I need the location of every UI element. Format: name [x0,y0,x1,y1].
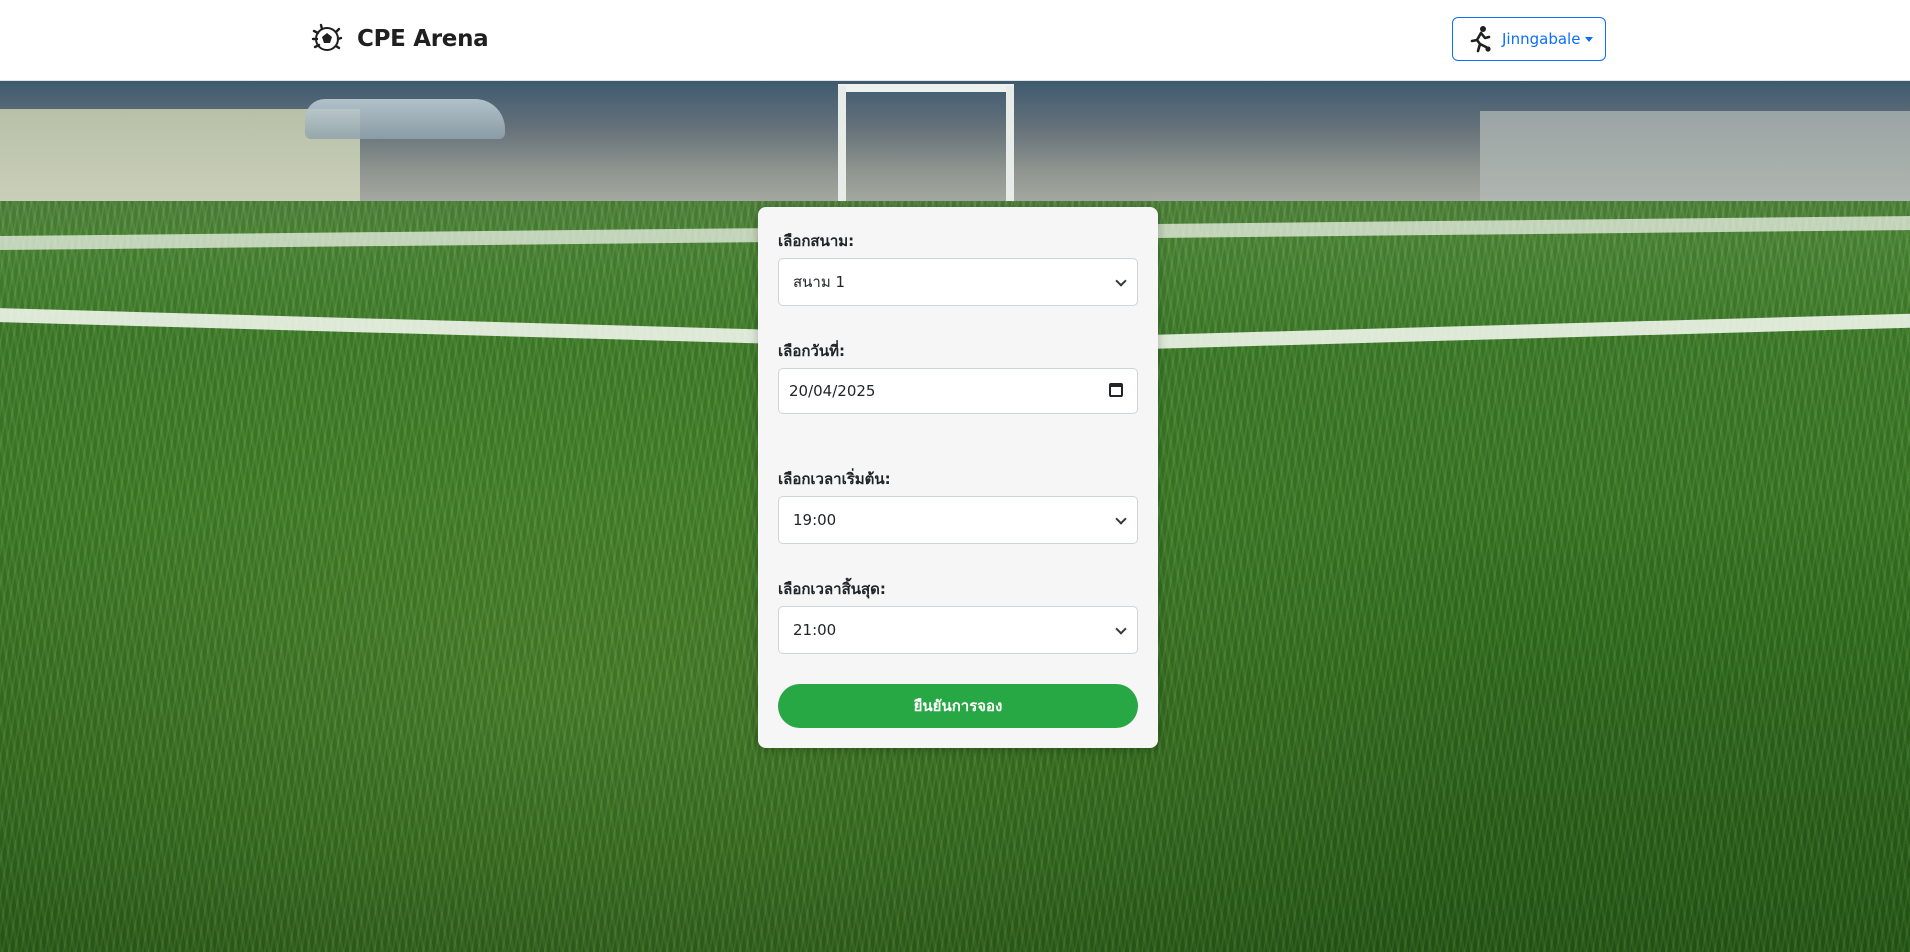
brand-link[interactable]: CPE Arena [309,18,489,60]
end-time-select[interactable]: 21:00 [778,606,1138,654]
goal-crossbar [838,84,1014,92]
field-select-label: เลือกสนาม: [778,232,855,250]
user-name: Jinngabale [1502,30,1581,48]
booking-form: เลือกสนาม: สนาม 1 เลือกวันที่: 20/04/202… [758,207,1158,748]
user-dropdown-button[interactable]: Jinngabale [1452,17,1606,61]
date-input[interactable]: 20/04/2025 [778,368,1138,414]
date-label: เลือกวันที่: [778,342,845,360]
right-wall [1480,111,1910,201]
end-time-value: 21:00 [793,621,837,639]
caret-down-icon [1585,36,1594,42]
car-background [305,99,505,139]
chevron-down-icon [1115,275,1127,287]
chevron-down-icon [1115,513,1127,525]
start-time-select[interactable]: 19:00 [778,496,1138,544]
date-value: 20/04/2025 [789,382,876,400]
chevron-down-icon [1115,623,1127,635]
field-select-value: สนาม 1 [793,273,846,291]
soccer-ball-icon [311,23,343,51]
start-time-value: 19:00 [793,511,837,529]
calendar-icon[interactable] [1109,383,1123,397]
confirm-booking-button[interactable]: ยืนยันการจอง [778,684,1138,728]
start-time-label: เลือกเวลาเริ่มต้น: [778,470,891,488]
goal-post-left [838,86,846,201]
navbar: CPE Arena Jinngabale [0,0,1910,81]
goal-post-right [1006,86,1014,201]
soccer-player-icon [1470,26,1491,53]
field-select[interactable]: สนาม 1 [778,258,1138,306]
brand-name: CPE Arena [357,26,489,52]
end-time-label: เลือกเวลาสิ้นสุด: [778,580,886,598]
